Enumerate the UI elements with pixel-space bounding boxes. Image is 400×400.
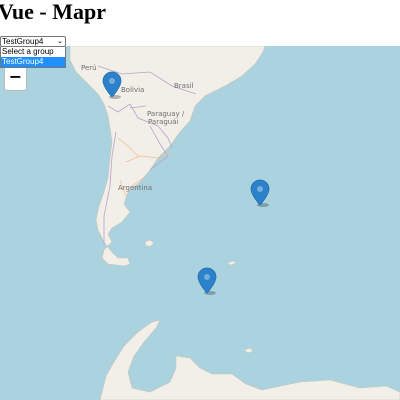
map-view[interactable]: Perú Bolivia Brasil Paraguay / Paraguái … [0, 46, 400, 400]
map-pin-icon [102, 71, 122, 99]
zoom-out-button[interactable]: − [5, 66, 26, 90]
map-label-peru: Perú [81, 64, 97, 72]
map-label-bolivia: Bolivia [121, 86, 145, 94]
map-label-paraguay-line2: Paraguái [148, 118, 179, 126]
chevron-down-icon: ⌄ [57, 38, 63, 45]
map-marker-pin[interactable] [197, 267, 217, 295]
page-title: Vue - Mapr [0, 0, 106, 24]
zoom-control: − [4, 66, 27, 91]
map-pin-icon [197, 267, 217, 295]
map-label-argentina: Argentina [118, 184, 153, 192]
group-select-value: TestGroup4 [2, 37, 44, 46]
map-pin-icon [250, 179, 270, 207]
dropdown-option-testgroup4[interactable]: TestGroup4 [1, 57, 65, 67]
map-tiles[interactable] [0, 46, 400, 400]
map-marker-pin[interactable] [250, 179, 270, 207]
map-label-brasil: Brasil [174, 82, 194, 90]
group-select[interactable]: TestGroup4 ⌄ Select a group TestGroup4 [0, 36, 66, 68]
map-label-paraguay-line1: Paraguay / [147, 110, 185, 118]
dropdown-option-select-a-group[interactable]: Select a group [1, 47, 65, 57]
group-dropdown-list: Select a group TestGroup4 [0, 47, 66, 68]
group-select-box[interactable]: TestGroup4 ⌄ [0, 36, 66, 47]
map-marker-pin[interactable] [102, 71, 122, 99]
